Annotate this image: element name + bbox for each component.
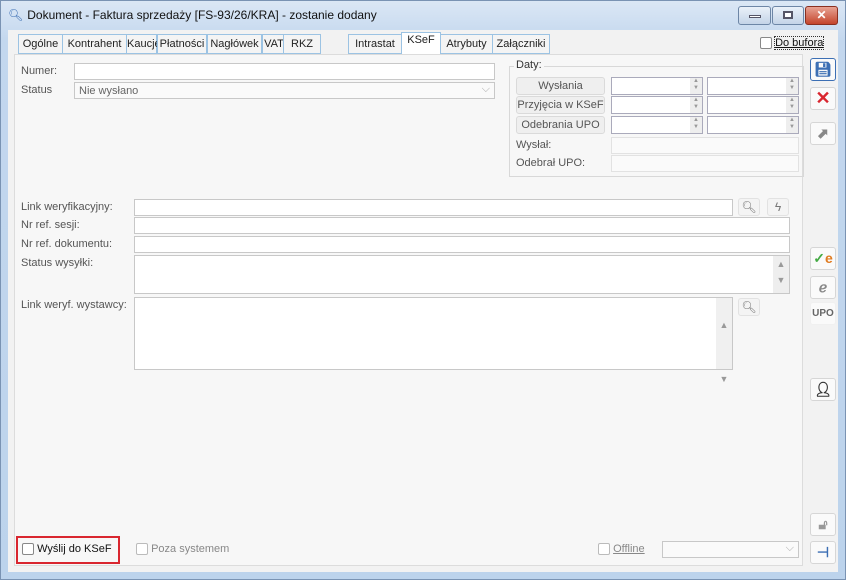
maximize-button[interactable] — [772, 6, 804, 25]
status-wysylki-textarea[interactable]: ▲ ▼ — [134, 255, 790, 294]
close-button[interactable]: ✕ — [805, 6, 838, 25]
date-spin-input[interactable]: ▲ ▼ — [611, 96, 703, 114]
spin-buttons[interactable]: ▲ ▼ — [690, 97, 702, 113]
checkbox[interactable] — [136, 543, 148, 556]
odebral-input[interactable] — [611, 155, 799, 172]
spin-buttons[interactable]: ▲ ▼ — [786, 78, 798, 94]
user-icon[interactable]: 👤︎ — [810, 378, 836, 401]
link-weryfikacyjny-input[interactable] — [134, 199, 733, 216]
title-bar: 🔍︎ Dokument - Faktura sprzedaży [FS-93/2… — [8, 8, 377, 22]
link-wystawcy-label: Link weryf. wystawcy: — [21, 299, 127, 311]
przyjecia-button[interactable]: Przyjęcia w KSeF — [516, 96, 605, 114]
lightning-icon[interactable]: ϟ — [767, 198, 789, 216]
numer-label: Numer: — [21, 65, 58, 77]
offline-checkbox[interactable]: Offline — [598, 543, 645, 556]
wyslij-do-ksef-checkbox[interactable]: Wyślij do KSeF — [22, 543, 112, 556]
nr-ref-sesji-input[interactable] — [134, 217, 790, 234]
do-bufora-checkbox[interactable]: Do bufora — [760, 36, 825, 50]
status-select[interactable]: Nie wysłano ⌵ — [74, 82, 495, 99]
spin-buttons[interactable]: ▲ ▼ — [786, 97, 798, 113]
chevron-down-icon: ⌵ — [785, 542, 794, 554]
preview-icon[interactable]: 🔍︎ — [738, 298, 760, 316]
daty-title: Daty: — [514, 59, 544, 71]
date-spin-input[interactable]: ▲ ▼ — [611, 77, 703, 95]
pin-icon[interactable]: ⊣ — [810, 541, 836, 564]
e-refresh-icon[interactable]: ℯ — [810, 276, 836, 299]
window-title: Dokument - Faktura sprzedaży [FS-93/26/K… — [27, 8, 377, 22]
checkbox[interactable] — [598, 543, 610, 556]
status-wysylki-label: Status wysyłki: — [21, 257, 94, 269]
upo-icon[interactable]: UPO — [810, 302, 836, 325]
tab-kaucje[interactable]: Kaucje — [126, 34, 161, 54]
tab-ogólne[interactable]: Ogólne — [18, 34, 63, 54]
date-spin-input[interactable]: ▲ ▼ — [707, 77, 799, 95]
export-icon[interactable]: ⬈ — [810, 122, 836, 145]
check-e-icon[interactable]: ✓e — [810, 247, 836, 270]
tab-ksef[interactable]: KSeF — [401, 32, 441, 55]
wyslal-label: Wysłał: — [516, 139, 552, 151]
numer-input[interactable] — [74, 63, 495, 80]
date-spin-input[interactable]: ▲ ▼ — [707, 96, 799, 114]
date-spin-input[interactable]: ▲ ▼ — [611, 116, 703, 134]
scrollbar[interactable]: ▲ ▼ — [716, 298, 732, 384]
link-weryfikacyjny-label: Link weryfikacyjny: — [21, 201, 113, 213]
date-spin-input[interactable]: ▲ ▼ — [707, 116, 799, 134]
wyslania-button[interactable]: Wysłania — [516, 77, 605, 95]
search-icon: 🔍︎ — [8, 8, 24, 22]
tab-intrastat[interactable]: Intrastat — [348, 34, 402, 54]
tab-płatności[interactable]: Płatności — [157, 34, 207, 54]
tab-atrybuty[interactable]: Atrybuty — [440, 34, 493, 54]
nr-ref-sesji-label: Nr ref. sesji: — [21, 219, 80, 231]
tab-rkz[interactable]: RKZ — [283, 34, 321, 54]
nr-ref-dokumentu-input[interactable] — [134, 236, 790, 253]
checkbox[interactable] — [760, 37, 772, 50]
minimize-button[interactable] — [738, 6, 771, 25]
offline-select[interactable]: ⌵ — [662, 541, 799, 558]
poza-systemem-checkbox[interactable]: Poza systemem — [136, 543, 229, 556]
chevron-down-icon: ⌵ — [481, 83, 490, 95]
spin-buttons[interactable]: ▲ ▼ — [786, 117, 798, 133]
cancel-icon[interactable]: ✕ — [810, 87, 836, 110]
lock-icon[interactable]: 🔓︎ — [810, 513, 836, 536]
wyslal-input[interactable] — [611, 137, 799, 154]
tab-załączniki[interactable]: Załączniki — [492, 34, 550, 54]
checkbox[interactable] — [22, 543, 34, 556]
tab-nagłówek[interactable]: Nagłówek — [207, 34, 262, 54]
odebral-label: Odebrał UPO: — [516, 157, 586, 169]
spin-buttons[interactable]: ▲ ▼ — [690, 117, 702, 133]
scrollbar[interactable]: ▲ ▼ — [773, 256, 789, 293]
spin-buttons[interactable]: ▲ ▼ — [690, 78, 702, 94]
link-wystawcy-textarea[interactable]: ▲ ▼ — [134, 297, 733, 384]
nr-ref-dokumentu-label: Nr ref. dokumentu: — [21, 238, 113, 250]
odebrania-button[interactable]: Odebrania UPO — [516, 116, 605, 134]
save-icon[interactable]: 💾︎ — [810, 58, 836, 81]
status-label: Status — [21, 84, 53, 96]
tab-kontrahent[interactable]: Kontrahent — [62, 34, 127, 54]
preview-icon[interactable]: 🔍︎ — [738, 198, 760, 216]
